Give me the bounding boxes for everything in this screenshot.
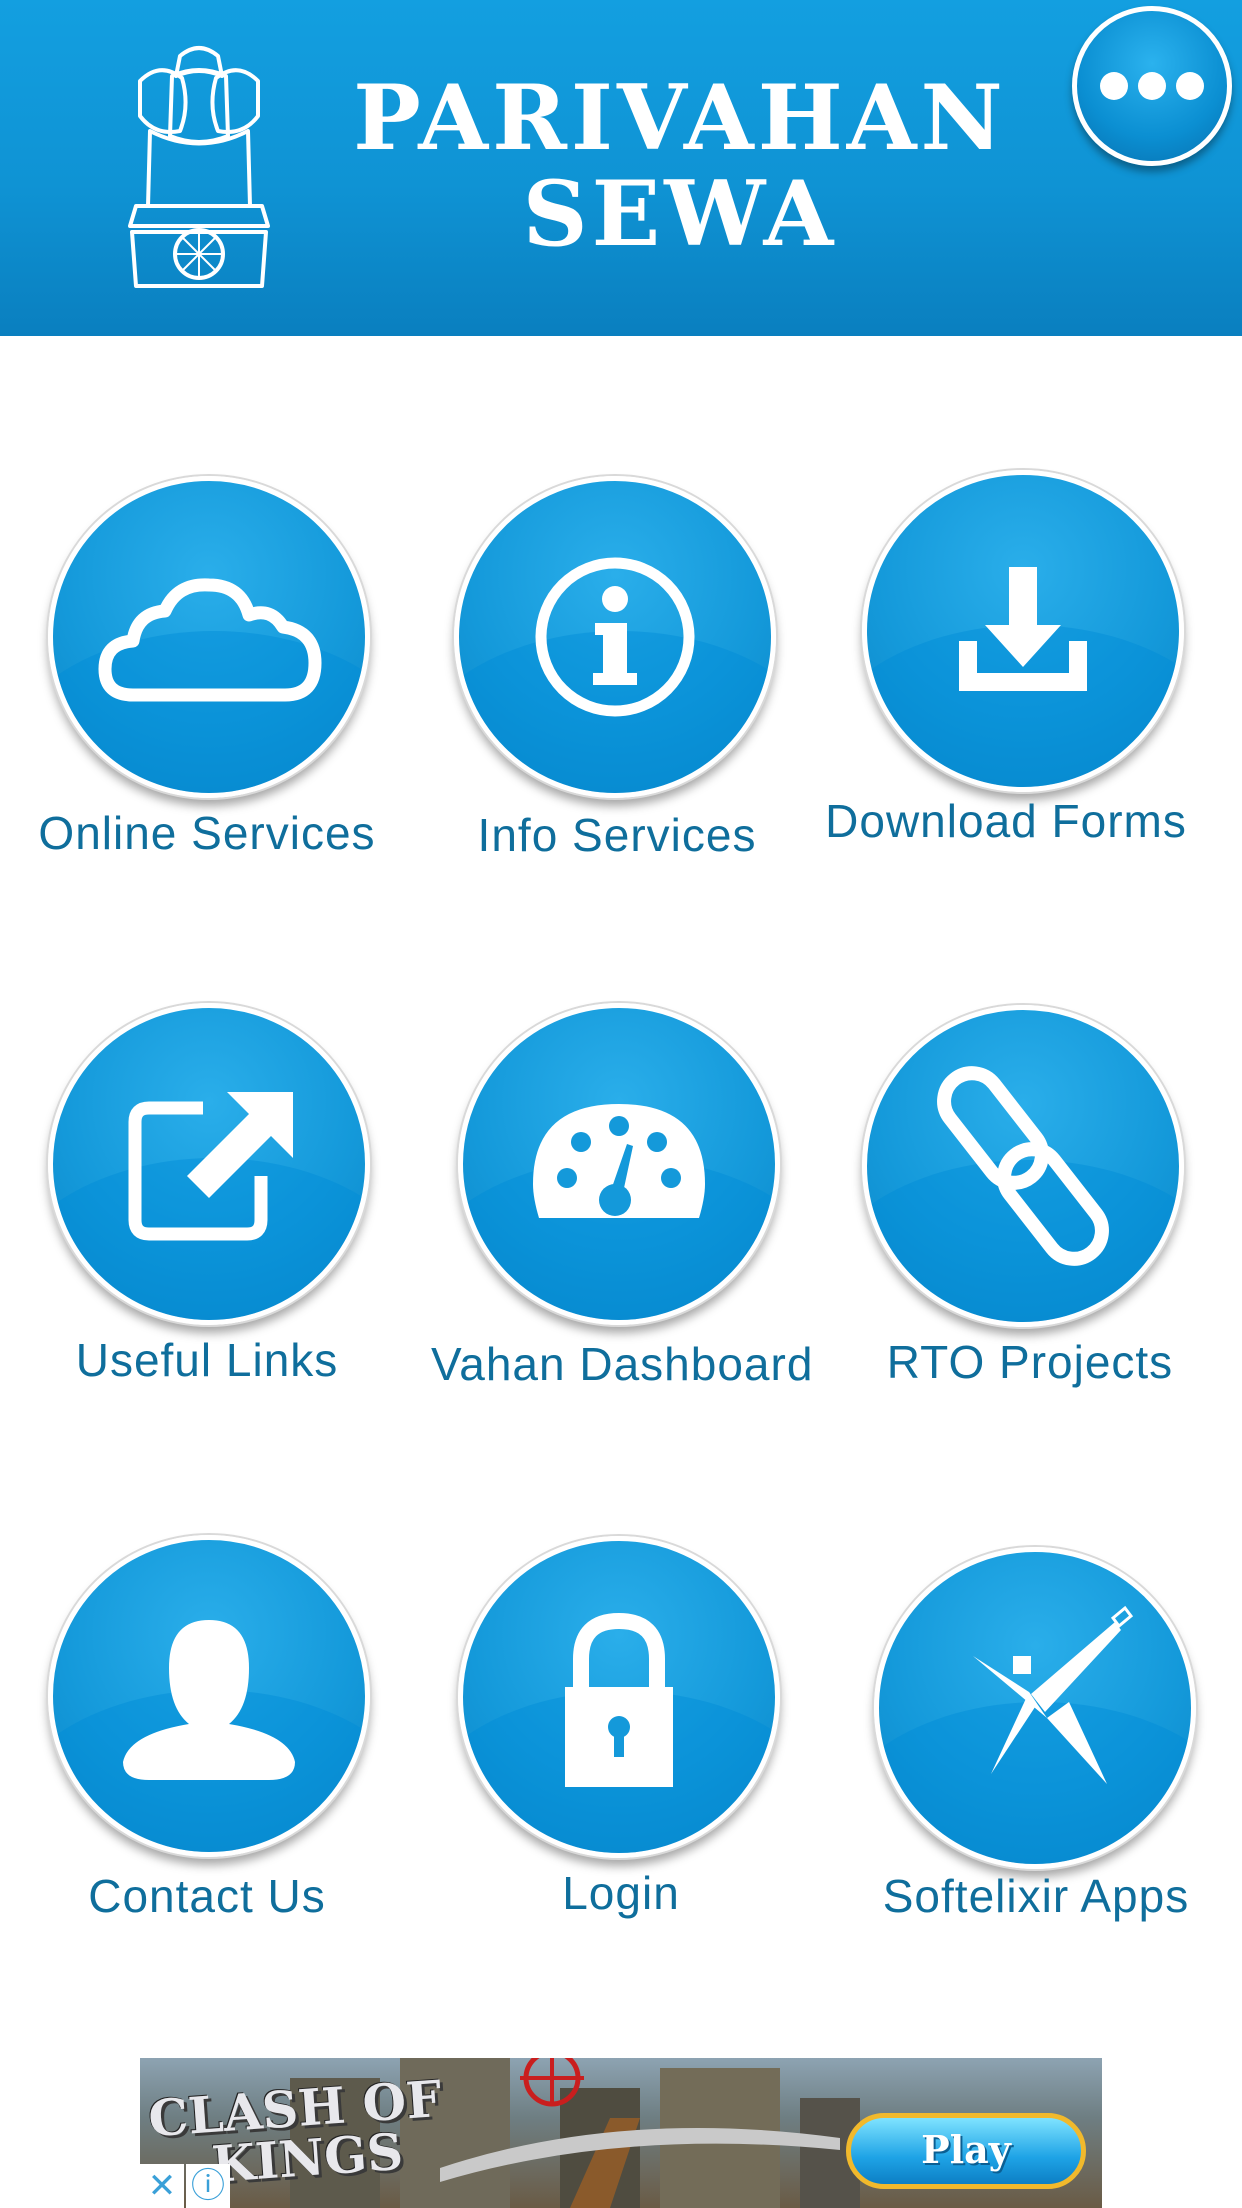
online-services-label: Online Services	[38, 807, 376, 859]
info-services-circle	[454, 476, 776, 798]
cloud-icon	[98, 578, 322, 702]
download-forms-circle	[862, 470, 1184, 792]
dashboard-gauge-icon	[533, 1104, 705, 1218]
rto-projects-button[interactable]: RTO Projects	[840, 1005, 1220, 1395]
national-emblem-icon	[128, 46, 270, 288]
app-title-line1: PARIVAHAN	[353, 65, 1007, 171]
external-link-icon	[128, 1092, 293, 1241]
contact-us-circle	[48, 1535, 370, 1857]
app-header: PARIVAHAN SEWA	[0, 0, 1242, 336]
softelixir-apps-label: Softelixir Apps	[882, 1870, 1190, 1922]
download-forms-label: Download Forms	[825, 795, 1187, 847]
vahan-dashboard-label: Vahan Dashboard	[431, 1338, 814, 1390]
ad-close-icon[interactable]: ✕	[140, 2164, 184, 2208]
contact-us-button[interactable]: Contact Us	[17, 1535, 397, 1925]
info-services-button[interactable]: Info Services	[427, 476, 807, 866]
useful-links-label: Useful Links	[75, 1334, 339, 1386]
download-forms-button[interactable]: Download Forms	[825, 470, 1222, 860]
app-title-line2: SEWA	[522, 161, 838, 267]
login-circle	[458, 1536, 780, 1858]
online-services-circle	[48, 476, 370, 798]
contact-us-label: Contact Us	[88, 1870, 326, 1922]
rto-projects-label: RTO Projects	[886, 1336, 1174, 1388]
more-dots-icon	[1100, 72, 1128, 100]
app-title: PARIVAHAN SEWA	[330, 70, 1030, 262]
more-menu-button[interactable]	[1072, 6, 1232, 166]
vahan-dashboard-button[interactable]: Vahan Dashboard	[431, 1003, 814, 1393]
info-services-label: Info Services	[477, 809, 757, 861]
user-icon	[123, 1620, 295, 1780]
more-dots-icon-dot2	[1138, 72, 1166, 100]
more-dots-icon-dot3	[1176, 72, 1204, 100]
useful-links-circle	[48, 1003, 370, 1325]
useful-links-button[interactable]: Useful Links	[17, 1003, 397, 1393]
softelixir-apps-button[interactable]: Softelixir Apps	[846, 1547, 1226, 1927]
padlock-icon	[565, 1612, 673, 1787]
login-button[interactable]: Login	[431, 1536, 811, 1926]
login-label: Login	[562, 1867, 680, 1919]
chain-link-icon	[937, 1066, 1109, 1266]
softelixir-apps-circle	[874, 1547, 1196, 1869]
rto-projects-circle	[862, 1005, 1184, 1327]
online-services-button[interactable]: Online Services	[17, 476, 397, 866]
ad-play-button[interactable]: Play	[846, 2113, 1086, 2189]
ad-banner[interactable]: CLASH OF KINGS Play ✕ ⓘ	[140, 2058, 1102, 2208]
download-icon	[959, 567, 1087, 691]
info-icon	[535, 557, 695, 717]
ad-info-icon[interactable]: ⓘ	[186, 2164, 230, 2208]
vahan-dashboard-circle	[458, 1003, 780, 1325]
softelixir-logo-icon	[973, 1605, 1134, 1784]
